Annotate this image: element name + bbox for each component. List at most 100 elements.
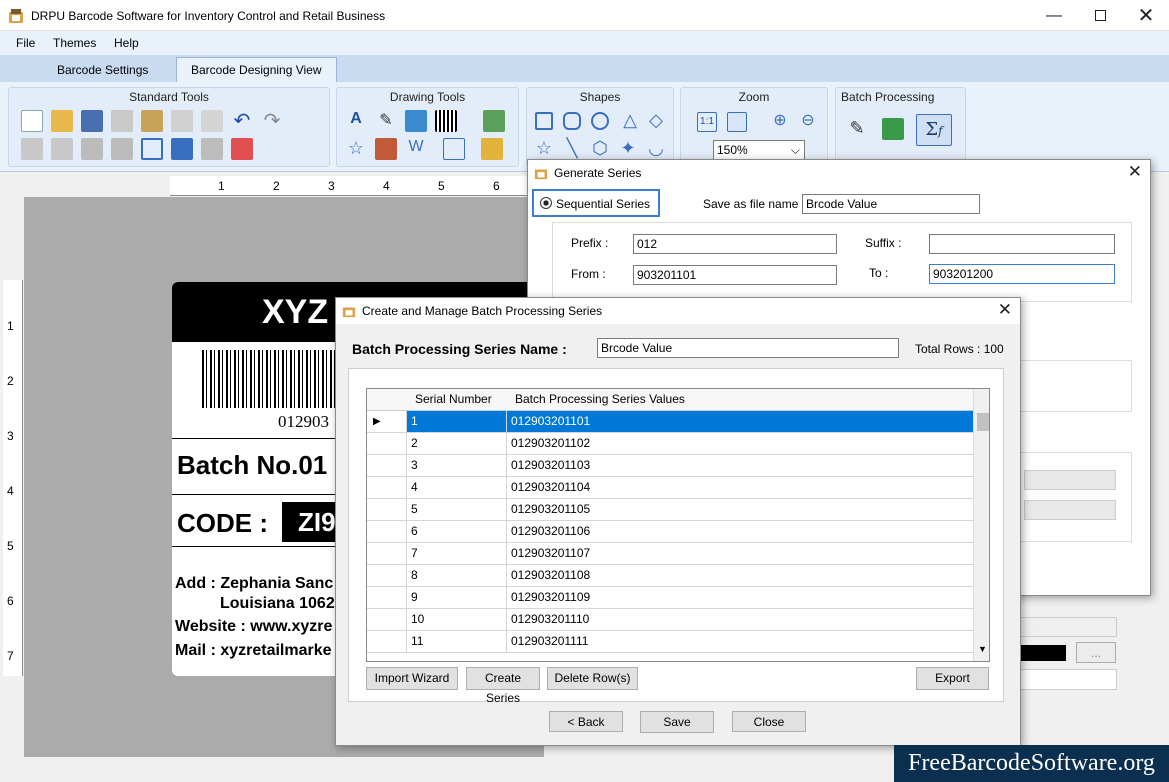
row-header[interactable] xyxy=(367,455,407,476)
series-value-cell[interactable]: 012903201109 xyxy=(507,587,973,608)
serial-number-cell[interactable]: 3 xyxy=(407,455,507,476)
save-button[interactable]: Save xyxy=(640,711,714,733)
unlock-icon[interactable] xyxy=(111,138,133,160)
serial-number-cell[interactable]: 8 xyxy=(407,565,507,586)
copy-icon[interactable] xyxy=(111,110,133,132)
table-row[interactable]: 11 012903201111 xyxy=(367,631,973,653)
export-button[interactable]: Export xyxy=(916,667,989,690)
grid-scrollbar[interactable]: ▼ xyxy=(973,389,989,661)
text-tool-icon[interactable]: A xyxy=(345,110,367,132)
serial-number-cell[interactable]: 6 xyxy=(407,521,507,542)
tab-barcode-designing-view[interactable]: Barcode Designing View xyxy=(176,57,337,83)
close-window-button[interactable]: ✕ xyxy=(1123,0,1169,31)
align-icon[interactable] xyxy=(443,138,465,160)
series-formula-icon[interactable]: Σf xyxy=(916,114,952,146)
fit-to-window-icon[interactable] xyxy=(727,112,747,132)
grid-icon[interactable] xyxy=(141,138,163,160)
table-row[interactable]: 5 012903201105 xyxy=(367,499,973,521)
serial-number-cell[interactable]: 5 xyxy=(407,499,507,520)
maximize-button[interactable] xyxy=(1077,0,1123,31)
serial-number-cell[interactable]: 1 xyxy=(407,411,507,432)
scroll-thumb[interactable] xyxy=(977,413,989,431)
picture-icon[interactable] xyxy=(483,110,505,132)
send-back-icon[interactable] xyxy=(21,138,43,160)
close-icon[interactable]: ✕ xyxy=(1128,162,1142,182)
lock-icon[interactable] xyxy=(81,138,103,160)
print-icon[interactable] xyxy=(201,138,223,160)
watermark-icon[interactable]: W xyxy=(405,138,427,160)
delete-icon[interactable] xyxy=(201,110,223,132)
row-header[interactable] xyxy=(367,543,407,564)
row-header[interactable] xyxy=(367,521,407,542)
color-picker-button[interactable]: ... xyxy=(1076,642,1116,663)
column-header-serial[interactable]: Serial Number xyxy=(411,389,509,410)
open-icon[interactable] xyxy=(51,110,73,132)
undo-icon[interactable]: ↶ xyxy=(231,110,253,132)
close-button[interactable]: Close xyxy=(732,711,806,732)
star-icon[interactable]: ☆ xyxy=(533,138,555,160)
barcode-icon[interactable] xyxy=(435,110,457,132)
serial-number-cell[interactable]: 7 xyxy=(407,543,507,564)
actual-size-icon[interactable]: 1:1 xyxy=(697,112,717,132)
tab-barcode-settings[interactable]: Barcode Settings xyxy=(43,58,162,82)
from-field[interactable]: 903201101 xyxy=(633,265,837,285)
row-header[interactable] xyxy=(367,565,407,586)
print-preview-icon[interactable] xyxy=(171,138,193,160)
zoom-out-icon[interactable]: ⊖ xyxy=(797,110,819,132)
library-icon[interactable] xyxy=(375,138,397,160)
import-wizard-button[interactable]: Import Wizard xyxy=(366,667,458,690)
row-header[interactable] xyxy=(367,631,407,652)
excel-import-icon[interactable] xyxy=(882,118,904,140)
serial-number-cell[interactable]: 4 xyxy=(407,477,507,498)
diamond-icon[interactable]: ◇ xyxy=(645,110,667,132)
arc-icon[interactable]: ◡ xyxy=(645,138,667,160)
row-header[interactable]: ▶ xyxy=(367,411,407,432)
pencil-icon[interactable]: ✎ xyxy=(375,110,397,132)
row-header[interactable] xyxy=(367,433,407,454)
exit-icon[interactable] xyxy=(231,138,253,160)
series-value-cell[interactable]: 012903201106 xyxy=(507,521,973,542)
series-value-cell[interactable]: 012903201105 xyxy=(507,499,973,520)
series-value-cell[interactable]: 012903201107 xyxy=(507,543,973,564)
series-value-cell[interactable]: 012903201108 xyxy=(507,565,973,586)
table-row[interactable]: 6 012903201106 xyxy=(367,521,973,543)
column-header-values[interactable]: Batch Processing Series Values xyxy=(511,389,971,410)
row-header[interactable] xyxy=(367,609,407,630)
back-button[interactable]: < Back xyxy=(549,711,623,732)
menu-themes[interactable]: Themes xyxy=(53,36,96,50)
image-icon[interactable] xyxy=(405,110,427,132)
zoom-select[interactable]: 150% ⌵ xyxy=(713,140,805,160)
series-value-cell[interactable]: 012903201110 xyxy=(507,609,973,630)
suffix-field[interactable] xyxy=(929,234,1115,254)
series-value-cell[interactable]: 012903201102 xyxy=(507,433,973,454)
star-tool-icon[interactable]: ☆ xyxy=(345,138,367,160)
cut-icon[interactable] xyxy=(171,110,193,132)
sparkle-icon[interactable]: ✦ xyxy=(617,138,639,160)
triangle-icon[interactable]: △ xyxy=(619,110,641,132)
table-row[interactable]: 9 012903201109 xyxy=(367,587,973,609)
save-as-field[interactable]: Brcode Value xyxy=(802,194,980,214)
scroll-down-icon[interactable]: ▼ xyxy=(978,644,987,654)
save-icon[interactable] xyxy=(81,110,103,132)
series-grid[interactable]: Serial Number Batch Processing Series Va… xyxy=(366,388,990,662)
menu-file[interactable]: File xyxy=(16,36,35,50)
menu-help[interactable]: Help xyxy=(114,36,139,50)
color-swatch[interactable] xyxy=(1021,645,1066,661)
series-name-field[interactable]: Brcode Value xyxy=(597,338,899,358)
polygon-icon[interactable]: ⬡ xyxy=(589,138,611,160)
new-icon[interactable] xyxy=(21,110,43,132)
prefix-field[interactable]: 012 xyxy=(633,234,837,254)
table-row[interactable]: 10 012903201110 xyxy=(367,609,973,631)
row-header[interactable] xyxy=(367,477,407,498)
edit-series-icon[interactable]: ✎ xyxy=(846,118,868,140)
serial-number-cell[interactable]: 9 xyxy=(407,587,507,608)
row-header[interactable] xyxy=(367,587,407,608)
table-row[interactable]: 8 012903201108 xyxy=(367,565,973,587)
number-stepper[interactable] xyxy=(1019,669,1117,690)
rectangle-icon[interactable] xyxy=(535,112,553,130)
series-value-cell[interactable]: 012903201103 xyxy=(507,455,973,476)
redo-icon[interactable]: ↷ xyxy=(261,110,283,132)
series-value-cell[interactable]: 012903201104 xyxy=(507,477,973,498)
serial-number-cell[interactable]: 2 xyxy=(407,433,507,454)
to-field[interactable]: 903201200 xyxy=(929,264,1115,284)
